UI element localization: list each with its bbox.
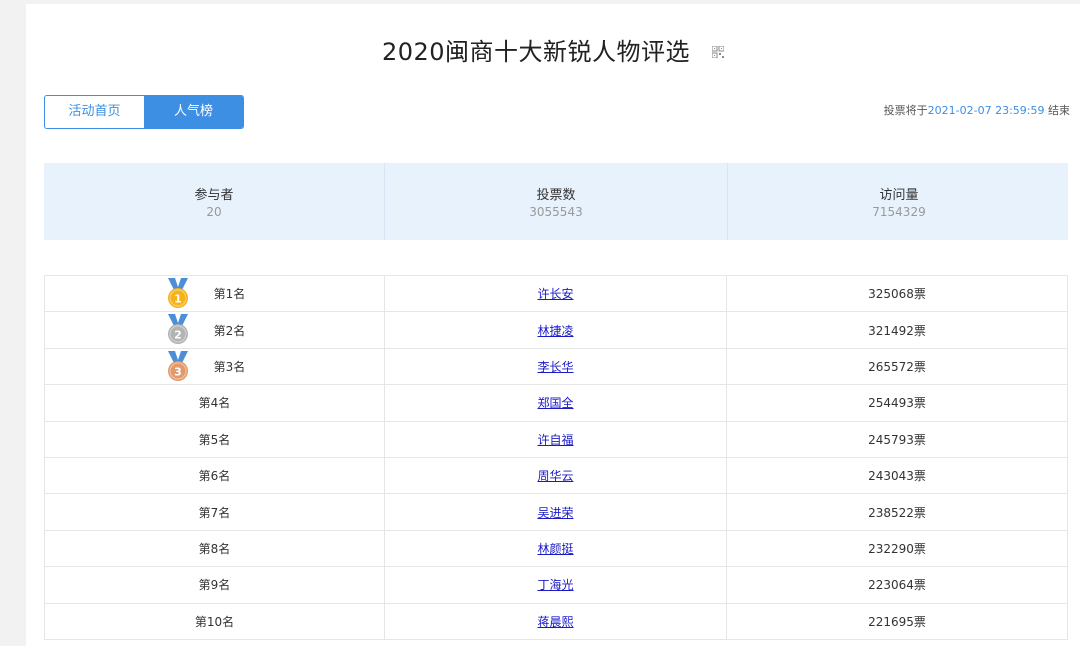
tab-bar: 活动首页 人气榜 [44,95,244,129]
candidate-name-link[interactable]: 吴进荣 [537,504,573,521]
table-row: 第5名 许自福 245793票 [44,421,1068,458]
candidate-name-link[interactable]: 林颜挺 [537,540,573,557]
table-row: 3 第3名 李长华 265572票 [44,348,1068,386]
rank-cell: 1 第1名 [45,276,385,312]
rank-label: 第7名 [198,505,231,520]
rank-cell: 第7名 [45,494,385,530]
stat-value: 7154329 [872,205,926,219]
qr-code-icon[interactable] [711,43,725,59]
stat-label: 访问量 [879,188,919,203]
bronze-medal-icon: 3 [165,350,191,383]
votes-cell: 325068票 [868,287,926,302]
rank-cell: 2 第2名 [45,312,385,348]
rank-cell: 第8名 [45,530,385,567]
page-container: 2020闽商十大新锐人物评选 活动首页 人气榜 投票将于2021-02-07 2… [26,4,1080,646]
rank-cell: 第6名 [45,457,385,494]
stat-visits: 访问量 7154329 [728,163,1070,240]
name-cell: 郑国全 [385,385,727,421]
rank-label: 第8名 [198,541,231,556]
candidate-name-link[interactable]: 许自福 [537,431,573,448]
stat-value: 20 [206,205,222,219]
deadline-date: 2021-02-07 23:59:59 [927,104,1045,117]
rank-label: 第1名 [213,287,246,302]
stat-label: 投票数 [536,188,576,203]
silver-medal-icon: 2 [165,314,191,346]
votes-cell: 221695票 [868,614,926,629]
name-cell: 许长安 [385,276,727,312]
ranking-table: 1 第1名 许长安 325068票 2 第2名 林捷凌 321492票 3 第3名 李长华 26557… [44,275,1068,640]
votes-cell: 321492票 [868,323,926,338]
stat-participants: 参与者 20 [44,163,385,240]
candidate-name-link[interactable]: 许长安 [537,285,573,302]
votes-cell: 254493票 [868,396,926,411]
table-row: 第4名 郑国全 254493票 [44,385,1068,422]
table-row: 第9名 丁海光 223064票 [44,567,1068,604]
rank-cell: 3 第3名 [45,348,385,385]
table-row: 第10名 蒋晨熙 221695票 [44,603,1068,640]
rank-label: 第2名 [213,323,246,338]
votes-cell: 265572票 [868,359,926,374]
stat-label: 参与者 [194,188,234,203]
rank-label: 第4名 [198,396,231,411]
stat-value: 3055543 [529,205,583,219]
votes-cell: 243043票 [868,469,926,484]
medal-number: 3 [174,365,182,378]
candidate-name-link[interactable]: 郑国全 [537,394,573,411]
name-cell: 周华云 [385,457,727,494]
deadline-notice: 投票将于2021-02-07 23:59:59 结束 [884,102,1070,118]
votes-cell: 223064票 [868,578,926,593]
gold-medal-icon: 1 [165,278,191,310]
rank-cell: 第9名 [45,567,385,603]
rank-label: 第10名 [194,614,235,629]
table-row: 1 第1名 许长安 325068票 [44,276,1068,313]
name-cell: 丁海光 [385,567,727,603]
rank-cell: 第10名 [45,603,385,639]
rank-label: 第5名 [198,432,231,447]
deadline-suffix: 结束 [1048,104,1070,117]
rank-label: 第6名 [198,469,231,484]
tab-popularity[interactable]: 人气榜 [144,96,243,128]
name-cell: 许自福 [385,421,727,457]
medal-number: 2 [174,329,182,342]
votes-cell: 245793票 [868,432,926,447]
medal-number: 1 [174,293,182,306]
name-cell: 林颜挺 [385,530,727,567]
candidate-name-link[interactable]: 丁海光 [537,576,573,593]
table-row: 第7名 吴进荣 238522票 [44,494,1068,531]
candidate-name-link[interactable]: 蒋晨熙 [537,613,573,630]
candidate-name-link[interactable]: 周华云 [537,467,573,484]
title-row: 2020闽商十大新锐人物评选 [26,31,1080,67]
candidate-name-link[interactable]: 李长华 [537,358,573,375]
votes-cell: 232290票 [868,541,926,556]
rank-label: 第9名 [198,578,231,593]
rank-label: 第3名 [213,359,246,374]
name-cell: 李长华 [385,348,727,385]
name-cell: 蒋晨熙 [385,603,727,639]
rank-cell: 第4名 [45,385,385,421]
tab-home[interactable]: 活动首页 [45,96,144,128]
rank-cell: 第5名 [45,421,385,457]
stats-bar: 参与者 20 投票数 3055543 访问量 7154329 [44,163,1068,240]
page-title: 2020闽商十大新锐人物评选 [381,37,691,66]
deadline-prefix: 投票将于 [883,104,928,117]
stat-votes: 投票数 3055543 [385,163,728,240]
table-row: 2 第2名 林捷凌 321492票 [44,312,1068,349]
votes-cell: 238522票 [868,505,926,520]
candidate-name-link[interactable]: 林捷凌 [537,322,573,339]
name-cell: 吴进荣 [385,494,727,530]
table-row: 第6名 周华云 243043票 [44,457,1068,495]
table-row: 第8名 林颜挺 232290票 [44,530,1068,568]
name-cell: 林捷凌 [385,312,727,348]
